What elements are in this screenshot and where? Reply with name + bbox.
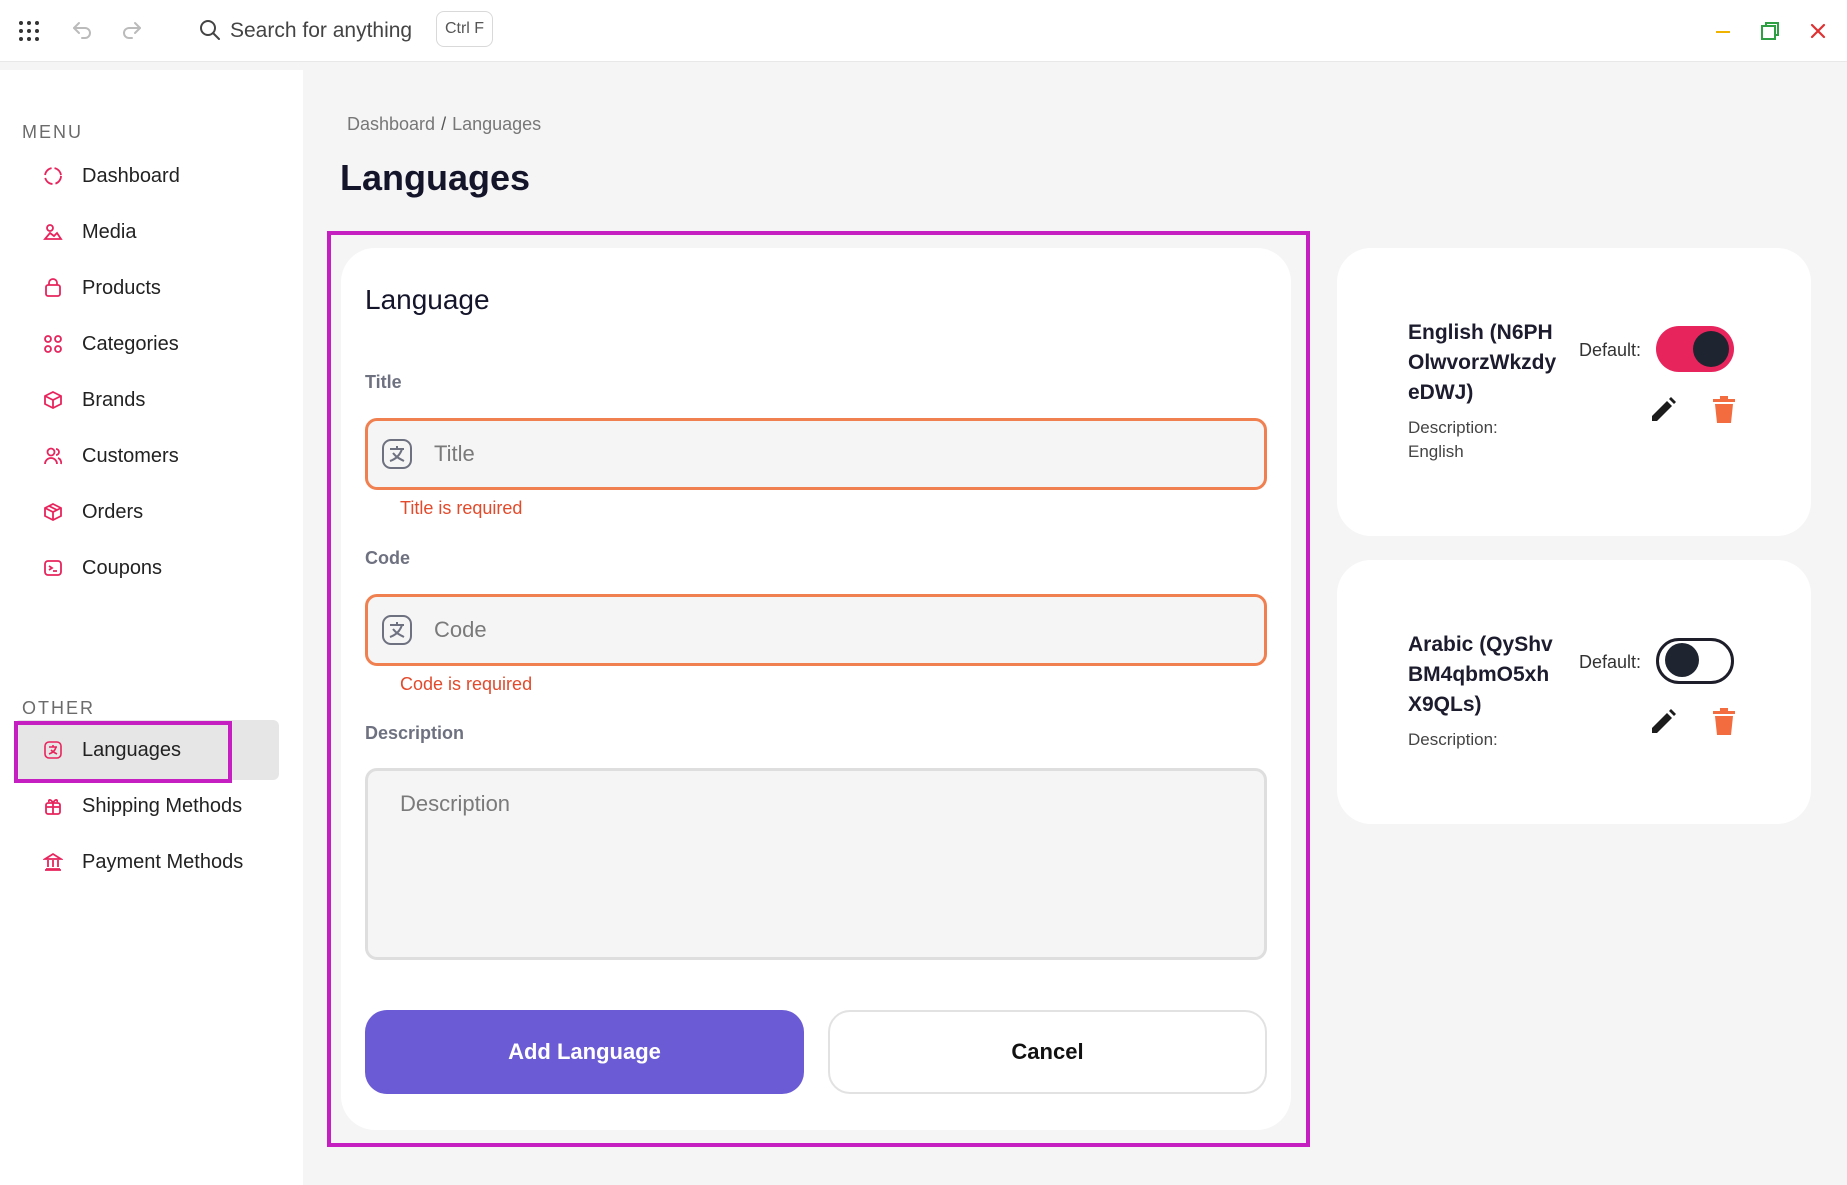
other-section-label: OTHER bbox=[22, 698, 95, 718]
sidebar-item-label: Products bbox=[82, 276, 161, 299]
breadcrumb-home[interactable]: Dashboard bbox=[347, 114, 435, 134]
breadcrumb-separator: / bbox=[441, 114, 447, 134]
language-name: English (N6PHOlwvorzWkzdyeDWJ) bbox=[1408, 321, 1557, 404]
sidebar-item-products[interactable]: Products bbox=[14, 258, 279, 318]
code-field bbox=[365, 594, 1267, 666]
sidebar-item-label: Payment Methods bbox=[82, 850, 244, 873]
sidebar-item-dashboard[interactable]: Dashboard bbox=[14, 146, 279, 206]
categories-icon bbox=[42, 333, 64, 355]
search-input[interactable] bbox=[228, 16, 428, 46]
coupons-icon bbox=[42, 557, 64, 579]
undo-icon[interactable] bbox=[68, 16, 96, 44]
redo-icon[interactable] bbox=[118, 16, 146, 44]
payment-icon bbox=[42, 851, 64, 873]
language-card-english: English (N6PHOlwvorzWkzdyeDWJ) Descripti… bbox=[1337, 248, 1811, 536]
default-toggle[interactable] bbox=[1656, 326, 1734, 372]
code-input[interactable] bbox=[432, 616, 1264, 644]
orders-icon bbox=[42, 501, 64, 523]
sidebar-item-label: Media bbox=[82, 220, 137, 243]
sidebar-item-customers[interactable]: Customers bbox=[14, 426, 279, 486]
languages-icon bbox=[42, 739, 64, 761]
default-label: Default: bbox=[1579, 652, 1642, 672]
code-error-message: Code is required bbox=[400, 674, 533, 694]
sidebar-item-payment-methods[interactable]: Payment Methods bbox=[14, 832, 279, 892]
description-field bbox=[365, 768, 1267, 960]
sidebar-item-label: Orders bbox=[82, 500, 144, 523]
search-icon bbox=[196, 16, 224, 44]
delete-trash-icon[interactable] bbox=[1706, 704, 1742, 740]
dashboard-icon bbox=[42, 165, 64, 187]
sidebar-item-media[interactable]: Media bbox=[14, 202, 279, 262]
translate-icon bbox=[380, 613, 414, 647]
brands-icon bbox=[42, 389, 64, 411]
toggle-knob bbox=[1693, 331, 1729, 367]
sidebar-item-languages[interactable]: Languages bbox=[14, 720, 279, 780]
menu-section-label: MENU bbox=[22, 122, 83, 142]
translate-icon bbox=[380, 437, 414, 471]
language-card-arabic: Arabic (QyShvBM4qbmO5xhX9QLs) Descriptio… bbox=[1337, 560, 1811, 824]
media-icon bbox=[42, 221, 64, 243]
breadcrumb: Dashboard / Languages bbox=[347, 114, 541, 135]
sidebar: MENU Dashboard Media Products Categories… bbox=[0, 70, 303, 1185]
maximize-icon[interactable] bbox=[1755, 16, 1785, 46]
language-description-label: Description: bbox=[1408, 730, 1498, 749]
title-field bbox=[365, 418, 1267, 490]
sidebar-item-label: Shipping Methods bbox=[82, 794, 243, 817]
breadcrumb-current: Languages bbox=[452, 114, 542, 134]
delete-trash-icon[interactable] bbox=[1706, 392, 1742, 428]
add-language-button[interactable]: Add Language bbox=[365, 1010, 804, 1094]
description-field-label: Description bbox=[365, 723, 465, 743]
sidebar-item-label: Dashboard bbox=[82, 164, 180, 187]
code-field-label: Code bbox=[365, 548, 410, 568]
products-icon bbox=[42, 277, 64, 299]
form-heading: Language bbox=[365, 284, 490, 315]
sidebar-item-label: Languages bbox=[82, 738, 181, 761]
close-icon[interactable] bbox=[1803, 16, 1833, 46]
sidebar-item-label: Coupons bbox=[82, 556, 163, 579]
default-toggle[interactable] bbox=[1656, 638, 1734, 684]
default-label: Default: bbox=[1579, 340, 1642, 360]
language-name: Arabic (QyShvBM4qbmO5xhX9QLs) bbox=[1408, 633, 1553, 716]
sidebar-item-shipping-methods[interactable]: Shipping Methods bbox=[14, 776, 279, 836]
language-form-card: Language Title Title is required Code Co… bbox=[341, 248, 1291, 1130]
toggle-knob bbox=[1665, 643, 1699, 677]
sidebar-item-label: Categories bbox=[82, 332, 179, 355]
apps-grid-icon[interactable] bbox=[16, 18, 42, 44]
sidebar-item-categories[interactable]: Categories bbox=[14, 314, 279, 374]
title-input[interactable] bbox=[432, 440, 1264, 468]
cancel-button[interactable]: Cancel bbox=[828, 1010, 1267, 1094]
sidebar-item-coupons[interactable]: Coupons bbox=[14, 538, 279, 598]
customers-icon bbox=[42, 445, 64, 467]
minimize-icon[interactable] bbox=[1708, 16, 1738, 46]
top-bar: Ctrl F bbox=[0, 0, 1847, 62]
edit-pencil-icon[interactable] bbox=[1645, 392, 1681, 428]
title-error-message: Title is required bbox=[400, 498, 523, 518]
sidebar-item-brands[interactable]: Brands bbox=[14, 370, 279, 430]
description-textarea[interactable] bbox=[368, 771, 1264, 957]
search-shortcut-hint: Ctrl F bbox=[436, 11, 493, 47]
sidebar-item-label: Brands bbox=[82, 388, 146, 411]
language-description-value: English bbox=[1408, 442, 1464, 461]
edit-pencil-icon[interactable] bbox=[1645, 704, 1681, 740]
sidebar-item-orders[interactable]: Orders bbox=[14, 482, 279, 542]
sidebar-item-label: Customers bbox=[82, 444, 179, 467]
title-field-label: Title bbox=[365, 372, 402, 392]
page-title: Languages bbox=[340, 157, 531, 198]
shipping-icon bbox=[42, 795, 64, 817]
language-description-label: Description: bbox=[1408, 418, 1498, 437]
